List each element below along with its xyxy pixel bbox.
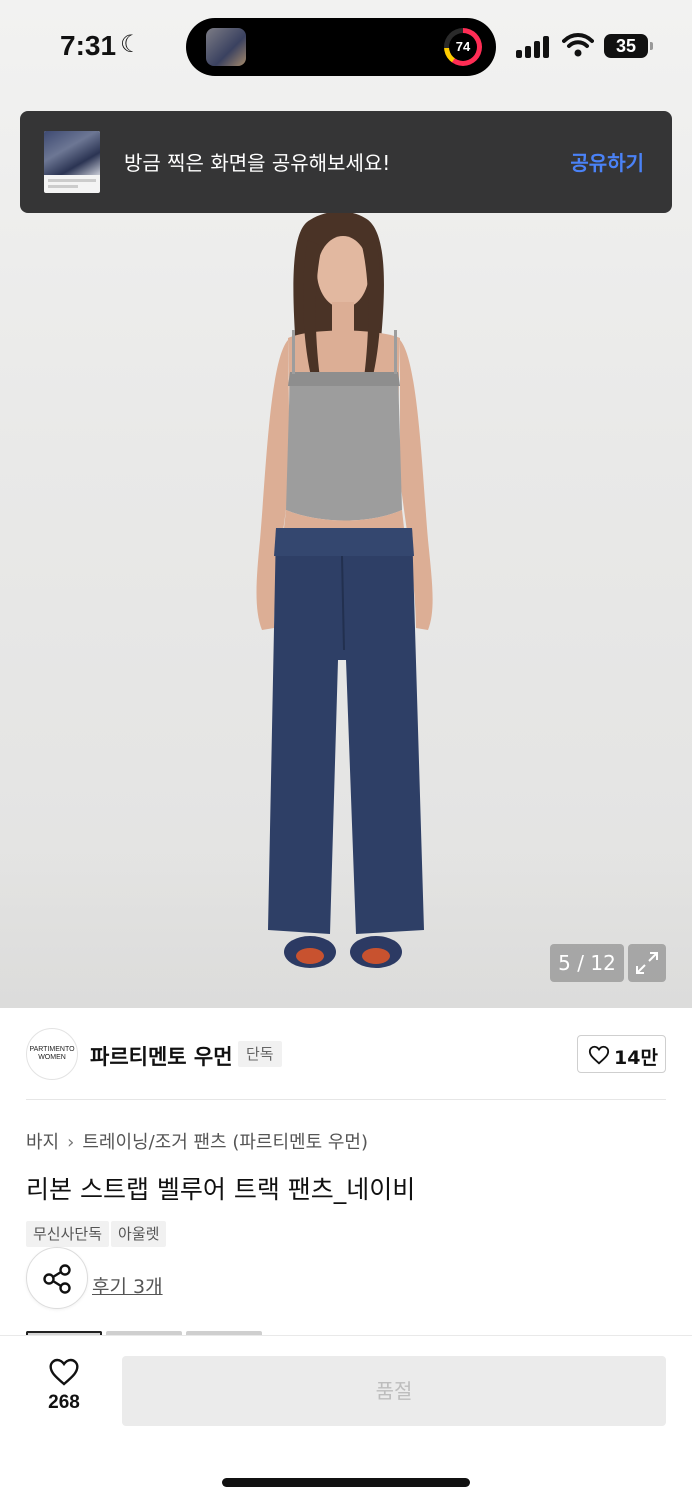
bottom-action-bar: 268 품절 <box>0 1335 692 1500</box>
tag-outlet: 아울렛 <box>111 1221 167 1247</box>
share-icon <box>43 1264 71 1294</box>
breadcrumb: 바지 › 트레이닝/조거 팬츠 (파르티멘토 우먼) <box>26 1128 368 1154</box>
dynamic-island[interactable]: 74 <box>186 18 496 76</box>
review-link[interactable]: 후기 3개 <box>92 1272 163 1299</box>
toast-message: 방금 찍은 화면을 공유해보세요! <box>124 151 391 175</box>
status-bar: 7:31 ☾ 74 35 <box>0 0 692 96</box>
screenshot-thumbnail <box>44 131 100 193</box>
island-thumbnail <box>206 28 246 66</box>
model-figure <box>256 211 433 968</box>
heart-icon <box>588 1045 610 1065</box>
brand-like-count: 14만 <box>614 1047 658 1069</box>
wishlist-button[interactable]: 268 <box>34 1356 94 1414</box>
exclusive-badge: 단독 <box>238 1041 282 1067</box>
battery-icon: 35 <box>604 34 653 58</box>
tag-exclusive: 무신사단독 <box>26 1221 110 1247</box>
brand-like-button[interactable]: 14만 <box>577 1035 666 1073</box>
signal-icon <box>516 36 552 58</box>
home-indicator[interactable] <box>222 1478 470 1487</box>
toast-share-button[interactable]: 공유하기 <box>570 147 644 176</box>
moon-icon: ☾ <box>120 30 142 58</box>
image-counter: 5 / 12 <box>550 944 624 982</box>
brand-logo[interactable]: PARTIMENTO WOMEN <box>26 1028 78 1080</box>
brand-name[interactable]: 파르티멘토 우먼 <box>90 1041 233 1071</box>
heart-icon <box>49 1358 79 1386</box>
status-time: 7:31 <box>60 30 117 61</box>
breadcrumb-category[interactable]: 바지 <box>26 1132 59 1153</box>
activity-ring-icon: 74 <box>444 28 482 66</box>
brand-row: PARTIMENTO WOMEN 파르티멘토 우먼 단독 14만 <box>0 1008 692 1100</box>
share-button[interactable] <box>26 1247 88 1309</box>
wishlist-count: 268 <box>48 1392 80 1413</box>
expand-icon[interactable] <box>628 944 666 982</box>
wifi-icon <box>562 33 594 57</box>
activity-ring-value: 74 <box>449 33 477 61</box>
product-title: 리본 스트랩 벨루어 트랙 팬츠_네이비 <box>26 1175 416 1204</box>
chevron-right-icon: › <box>67 1132 75 1153</box>
product-tags: 무신사단독 아울렛 <box>26 1221 168 1247</box>
share-toast[interactable]: 방금 찍은 화면을 공유해보세요! 공유하기 <box>20 111 672 213</box>
breadcrumb-subcategory[interactable]: 트레이닝/조거 팬츠 (파르티멘토 우먼) <box>82 1132 368 1153</box>
soldout-button[interactable]: 품절 <box>122 1356 666 1426</box>
divider <box>26 1099 666 1100</box>
